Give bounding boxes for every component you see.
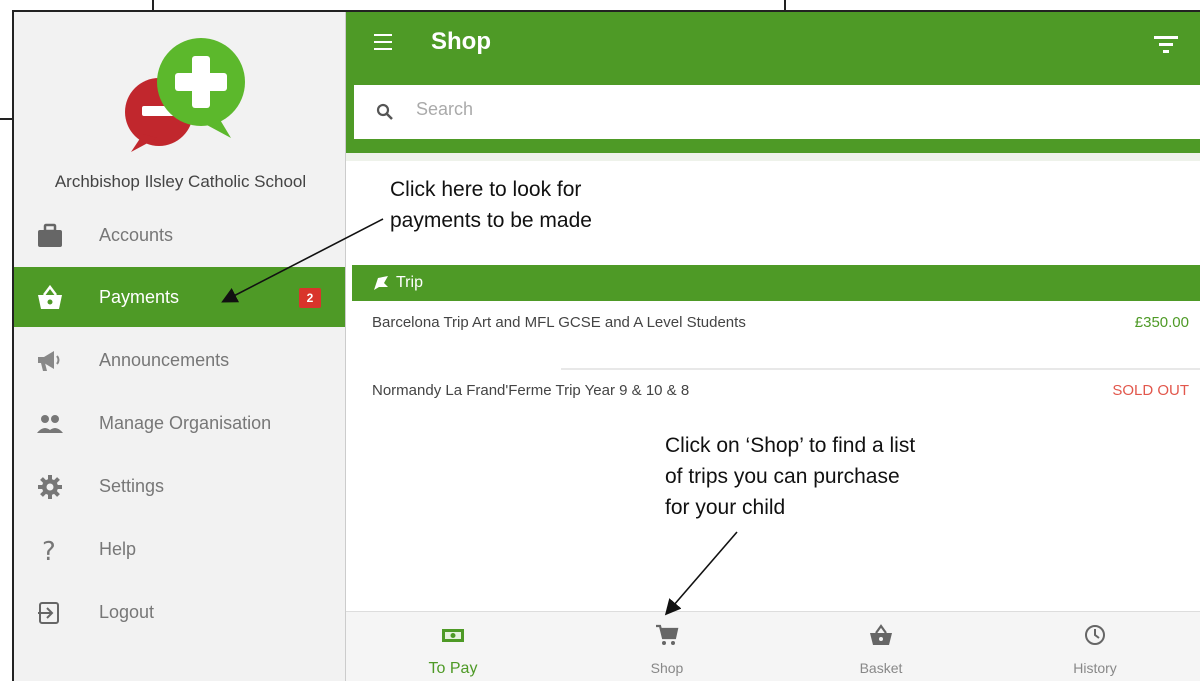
sidebar-item-help[interactable]: ? Help [14, 519, 347, 579]
logout-icon [38, 602, 59, 624]
frame-top-stub [152, 0, 154, 10]
basket-icon [38, 285, 62, 309]
sidebar-item-label: Manage Organisation [99, 412, 272, 433]
frame-left-stub [0, 118, 12, 120]
category-label: Trip [396, 274, 423, 291]
divider [561, 368, 1200, 370]
sidebar-item-settings[interactable]: Settings [14, 456, 347, 516]
tab-history[interactable]: History [988, 612, 1200, 681]
category-header-trip: Trip [352, 265, 1200, 301]
annotation-line: Click on ‘Shop’ to find a list [665, 434, 916, 457]
page-title: Shop [431, 28, 491, 55]
sidebar: Archbishop Ilsley Catholic School Accoun… [12, 12, 347, 681]
sidebar-item-label: Settings [99, 475, 165, 496]
sidebar-item-label: Payments [99, 286, 180, 307]
svg-text:?: ? [42, 537, 56, 563]
tab-shop[interactable]: Shop [560, 612, 774, 681]
organisation-name: Archbishop Ilsley Catholic School [54, 172, 307, 191]
gear-icon [38, 475, 62, 499]
sidebar-item-label: Logout [99, 601, 155, 622]
trip-price: £350.00 [1134, 314, 1189, 331]
annotation-line: payments to be made [390, 209, 592, 232]
bottom-navigation: To Pay Shop Basket History [346, 611, 1200, 681]
cash-icon [442, 629, 464, 642]
sidebar-item-payments[interactable]: Payments 2 [14, 267, 347, 327]
shop-annotation: Click on ‘Shop’ to find a list of trips … [665, 430, 915, 523]
trip-name: Normandy La Frand'Ferme Trip Year 9 & 10… [372, 382, 690, 399]
flag-icon [374, 276, 388, 290]
search-input[interactable] [416, 99, 1116, 120]
payments-count-badge: 2 [299, 288, 321, 308]
search-icon [376, 103, 393, 120]
frame-top-stub-right [784, 0, 786, 10]
tab-label: To Pay [428, 660, 478, 677]
list-item[interactable]: Barcelona Trip Art and MFL GCSE and A Le… [352, 314, 1200, 374]
cart-icon [656, 624, 679, 645]
question-icon: ? [42, 537, 56, 563]
sidebar-item-manage-organisation[interactable]: Manage Organisation [14, 393, 347, 453]
annotation-line: of trips you can purchase [665, 465, 900, 488]
divider [346, 153, 1200, 161]
tab-label: History [1073, 660, 1117, 676]
search-box[interactable] [354, 85, 1200, 139]
megaphone-icon [38, 351, 60, 371]
clock-icon [1085, 625, 1105, 645]
annotation-line: Click here to look for [390, 178, 582, 201]
tab-to-pay[interactable]: To Pay [346, 612, 560, 681]
tab-label: Basket [859, 660, 903, 676]
tab-basket[interactable]: Basket [774, 612, 988, 681]
tab-label: Shop [650, 660, 684, 676]
trip-name: Barcelona Trip Art and MFL GCSE and A Le… [372, 314, 746, 331]
search-bar-container [346, 75, 1200, 153]
sidebar-item-announcements[interactable]: Announcements [14, 330, 347, 390]
payments-annotation: Click here to look for payments to be ma… [390, 174, 592, 236]
app-bar: Shop [346, 12, 1200, 75]
sidebar-item-logout[interactable]: Logout [14, 582, 347, 642]
sidebar-item-accounts[interactable]: Accounts [14, 205, 347, 265]
people-icon [37, 415, 63, 433]
sold-out-label: SOLD OUT [1112, 382, 1189, 399]
school-logo [125, 38, 245, 152]
hamburger-menu-icon[interactable] [374, 34, 392, 50]
sidebar-item-label: Help [99, 538, 137, 559]
briefcase-icon [38, 223, 62, 247]
sidebar-item-label: Accounts [99, 224, 174, 245]
sidebar-item-label: Announcements [99, 349, 230, 370]
annotation-line: for your child [665, 496, 786, 519]
basket-icon [870, 624, 892, 645]
main-panel: Shop Trip Barcelona Trip Art and MFL GCS… [345, 12, 1200, 681]
filter-icon[interactable] [1154, 34, 1178, 54]
